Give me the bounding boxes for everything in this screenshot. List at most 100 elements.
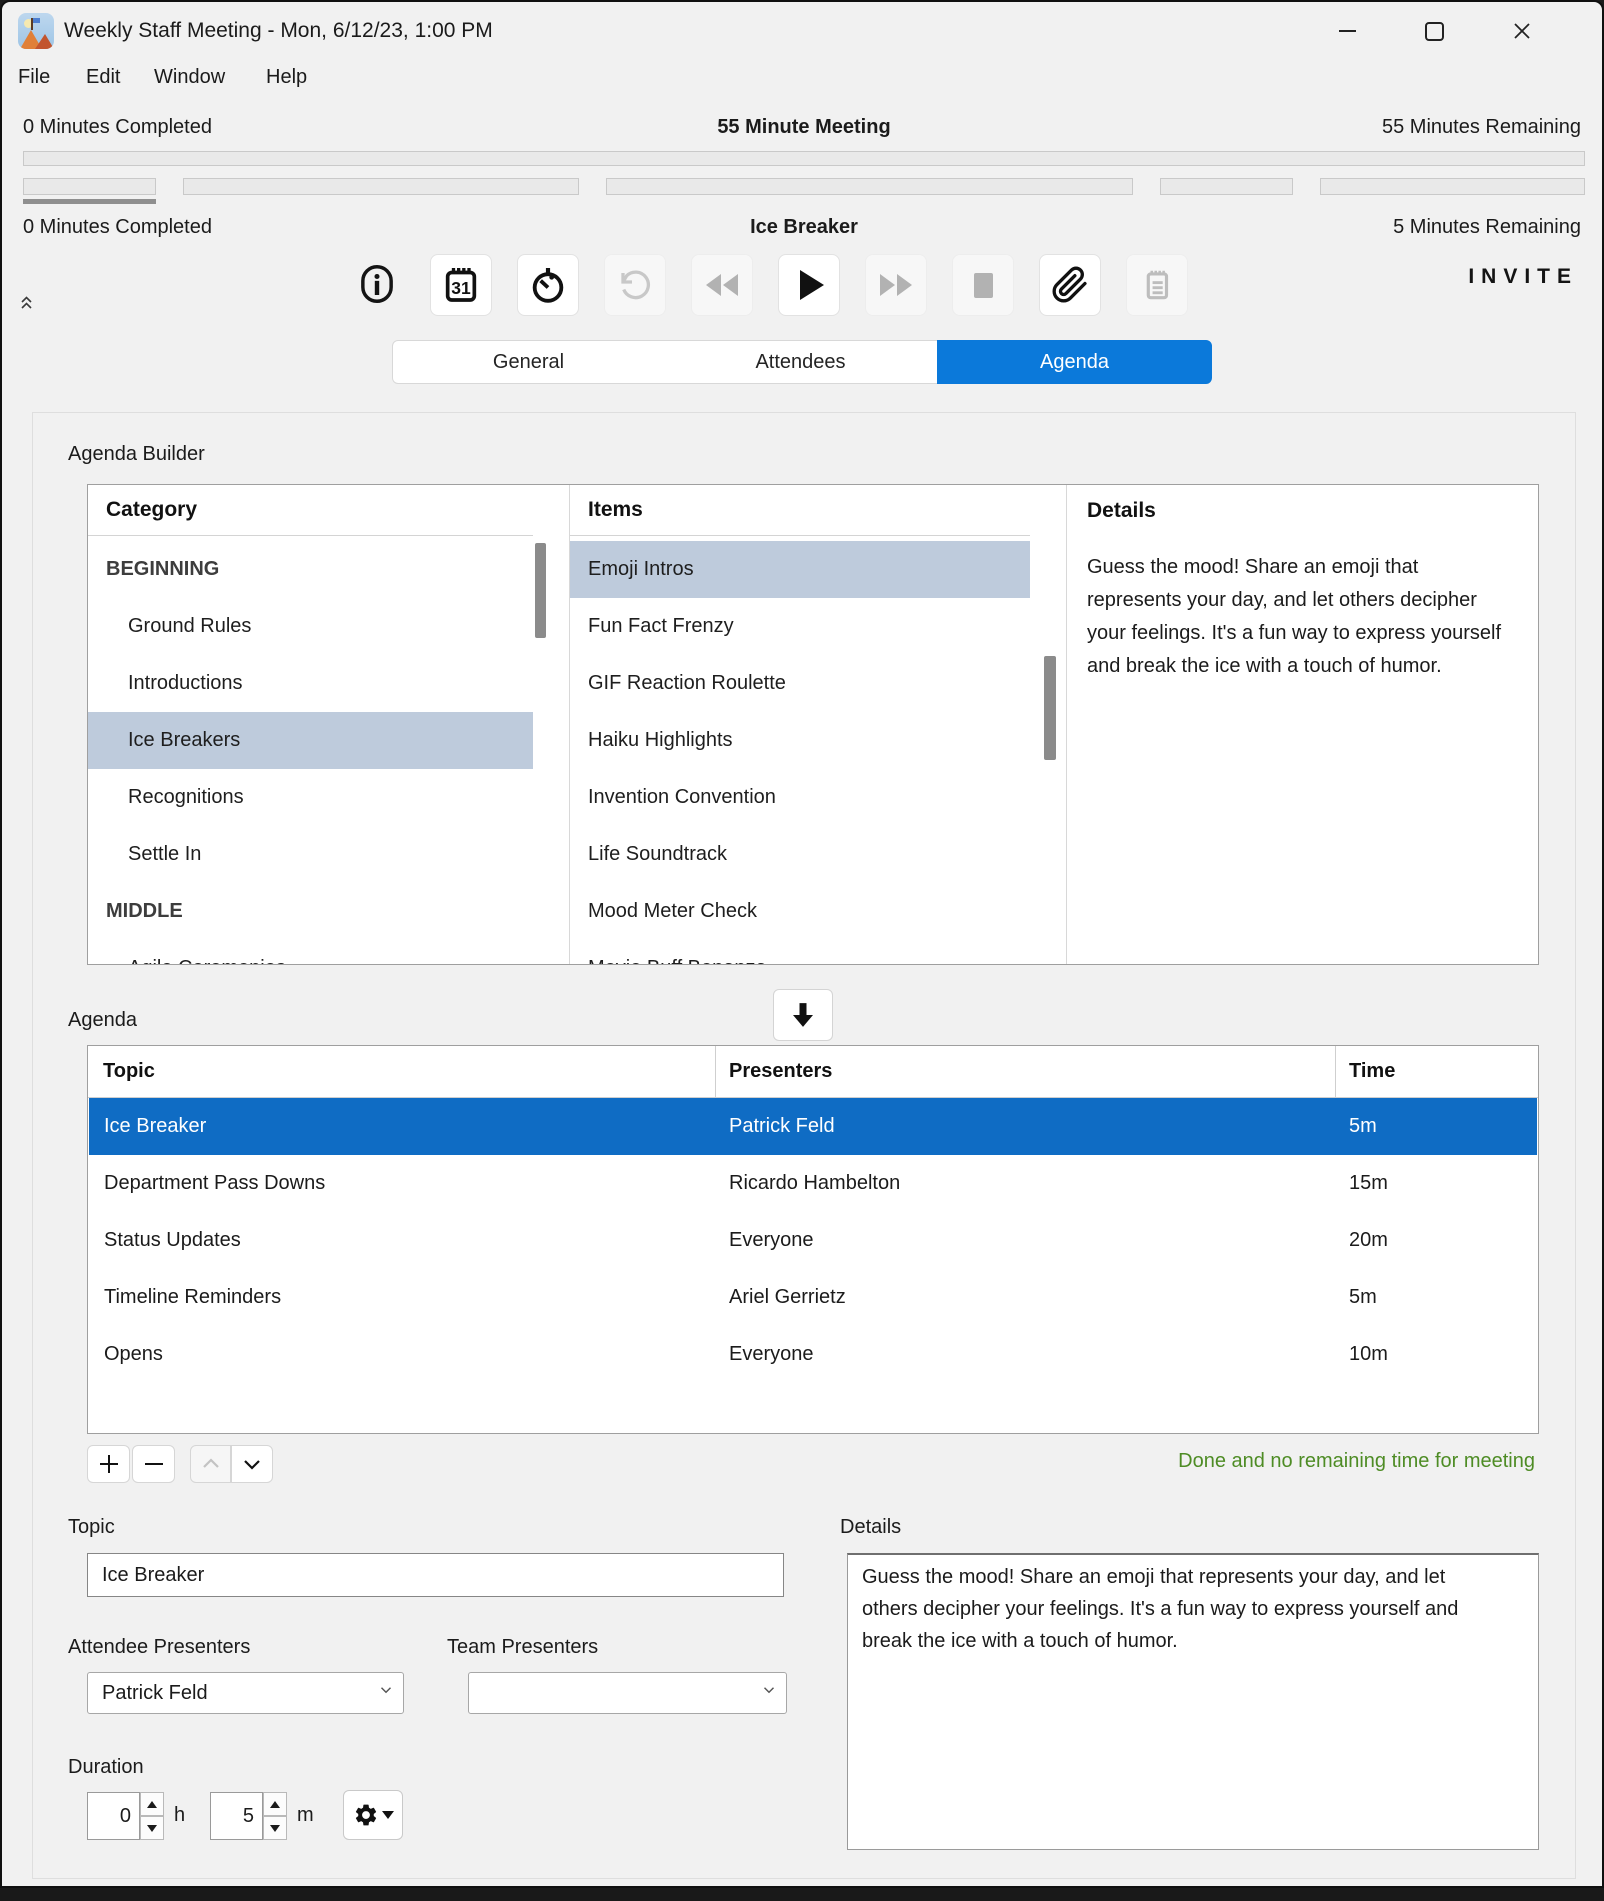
rewind-button[interactable] [691,254,753,316]
close-button[interactable] [1502,16,1542,46]
meeting-progress-bar [23,151,1585,166]
agenda-segment [1320,178,1585,204]
item-row[interactable]: GIF Reaction Roulette [570,655,1030,712]
chevron-down-icon [760,1681,778,1705]
category-item[interactable]: Introductions [88,655,533,712]
stop-button[interactable] [952,254,1014,316]
item-details-text: Guess the mood! Share an emoji that repr… [1087,551,1507,683]
play-icon [800,270,824,300]
play-button[interactable] [778,254,840,316]
fast-forward-button[interactable] [865,254,927,316]
reset-icon [617,267,653,303]
agenda-row[interactable]: Status Updates Everyone 20m [89,1212,1537,1269]
team-presenters-select[interactable] [468,1672,787,1714]
maximize-button[interactable] [1414,16,1454,46]
rewind-icon [706,274,738,296]
duration-minutes-input[interactable]: 5 [210,1792,263,1840]
move-row-up-button[interactable] [190,1445,231,1483]
notes-button[interactable] [1126,254,1188,316]
items-scrollbar-thumb[interactable] [1044,656,1056,760]
close-icon [1513,22,1531,40]
item-row[interactable]: Mood Meter Check [570,883,1030,940]
reset-button[interactable] [604,254,666,316]
calendar-button[interactable]: 31 [430,254,492,316]
timer-button[interactable] [517,254,579,316]
attachment-button[interactable] [1039,254,1101,316]
item-row[interactable]: Fun Fact Frenzy [570,598,1030,655]
stepper-up-button[interactable] [263,1792,287,1816]
duration-hours-input[interactable]: 0 [87,1792,140,1840]
column-divider [1066,485,1067,964]
category-scrollbar-thumb[interactable] [535,543,546,638]
add-row-button[interactable] [87,1445,130,1483]
category-item[interactable]: Ground Rules [88,598,533,655]
stepper-up-button[interactable] [140,1792,164,1816]
triangle-down-icon [270,1825,280,1832]
duration-options-button[interactable] [343,1790,403,1840]
agenda-segment [183,178,579,204]
triangle-down-icon [147,1825,157,1832]
remove-row-button[interactable] [132,1445,175,1483]
stepper-down-button[interactable] [140,1816,164,1840]
details-label: Details [840,1516,901,1539]
attendee-presenters-value: Patrick Feld [102,1682,208,1705]
maximize-icon [1425,22,1444,41]
window-title: Weekly Staff Meeting - Mon, 6/12/23, 1:0… [64,19,493,43]
agenda-row[interactable]: Timeline Reminders Ariel Gerrietz 5m [89,1269,1537,1326]
agenda-segment [23,178,156,204]
agenda-row[interactable]: Department Pass Downs Ricardo Hambelton … [89,1155,1537,1212]
info-icon[interactable] [358,262,396,311]
minimize-button[interactable] [1327,16,1367,46]
category-item[interactable]: Recognitions [88,769,533,826]
category-group: MIDDLE [88,883,533,940]
menu-file[interactable]: File [18,66,50,89]
item-row[interactable]: Movie Buff Bonanza [570,940,1030,965]
tab-agenda[interactable]: Agenda [937,340,1212,384]
tab-attendees[interactable]: Attendees [664,340,938,384]
menu-window[interactable]: Window [154,66,225,89]
meeting-remaining-label: 55 Minutes Remaining [1382,116,1581,139]
category-item[interactable]: Agile Ceremonies [88,940,533,965]
add-to-agenda-button[interactable] [773,989,833,1041]
column-header-presenters: Presenters [715,1046,1335,1098]
category-column-header: Category [88,485,533,536]
bottom-strip [0,1888,1604,1901]
item-row-selected[interactable]: Emoji Intros [570,541,1030,598]
minimize-icon [1339,30,1356,32]
menu-help[interactable]: Help [266,66,307,89]
agenda-segments-bar [23,178,1585,204]
details-textarea-value: Guess the mood! Share an emoji that repr… [862,1561,1470,1657]
triangle-down-icon [382,1811,394,1819]
duration-hours-stepper [140,1792,164,1840]
category-item-selected[interactable]: Ice Breakers [88,712,533,769]
tab-attendees-label: Attendees [755,351,845,374]
attendee-presenters-select[interactable]: Patrick Feld [87,1672,404,1714]
category-item[interactable]: Settle In [88,826,533,883]
triangle-up-icon [147,1801,157,1808]
item-row[interactable]: Haiku Highlights [570,712,1030,769]
invite-button[interactable]: INVITE [1468,265,1578,289]
topic-input-value: Ice Breaker [102,1564,204,1587]
arrow-down-icon [788,1000,818,1030]
calendar-icon: 31 [441,265,481,305]
duration-minutes-stepper [263,1792,287,1840]
item-row[interactable]: Life Soundtrack [570,826,1030,883]
agenda-row[interactable]: Opens Everyone 10m [89,1326,1537,1383]
details-textarea[interactable]: Guess the mood! Share an emoji that repr… [847,1553,1539,1850]
menu-edit[interactable]: Edit [86,66,120,89]
topic-input[interactable]: Ice Breaker [87,1553,784,1597]
notepad-icon [1138,266,1176,304]
meeting-title-label: 55 Minute Meeting [717,116,890,138]
plus-icon [97,1452,121,1476]
move-row-down-button[interactable] [231,1445,273,1483]
collapse-chevron-icon[interactable] [19,294,34,316]
tab-general[interactable]: General [392,340,665,384]
minutes-unit-label: m [297,1804,314,1827]
chevron-down-icon [377,1681,395,1705]
stop-icon [974,273,993,298]
stepper-down-button[interactable] [263,1816,287,1840]
agenda-row-selected[interactable]: Ice Breaker Patrick Feld 5m [89,1098,1537,1155]
item-row[interactable]: Invention Convention [570,769,1030,826]
current-segment-marker [23,199,156,204]
flag-icon [33,18,40,23]
